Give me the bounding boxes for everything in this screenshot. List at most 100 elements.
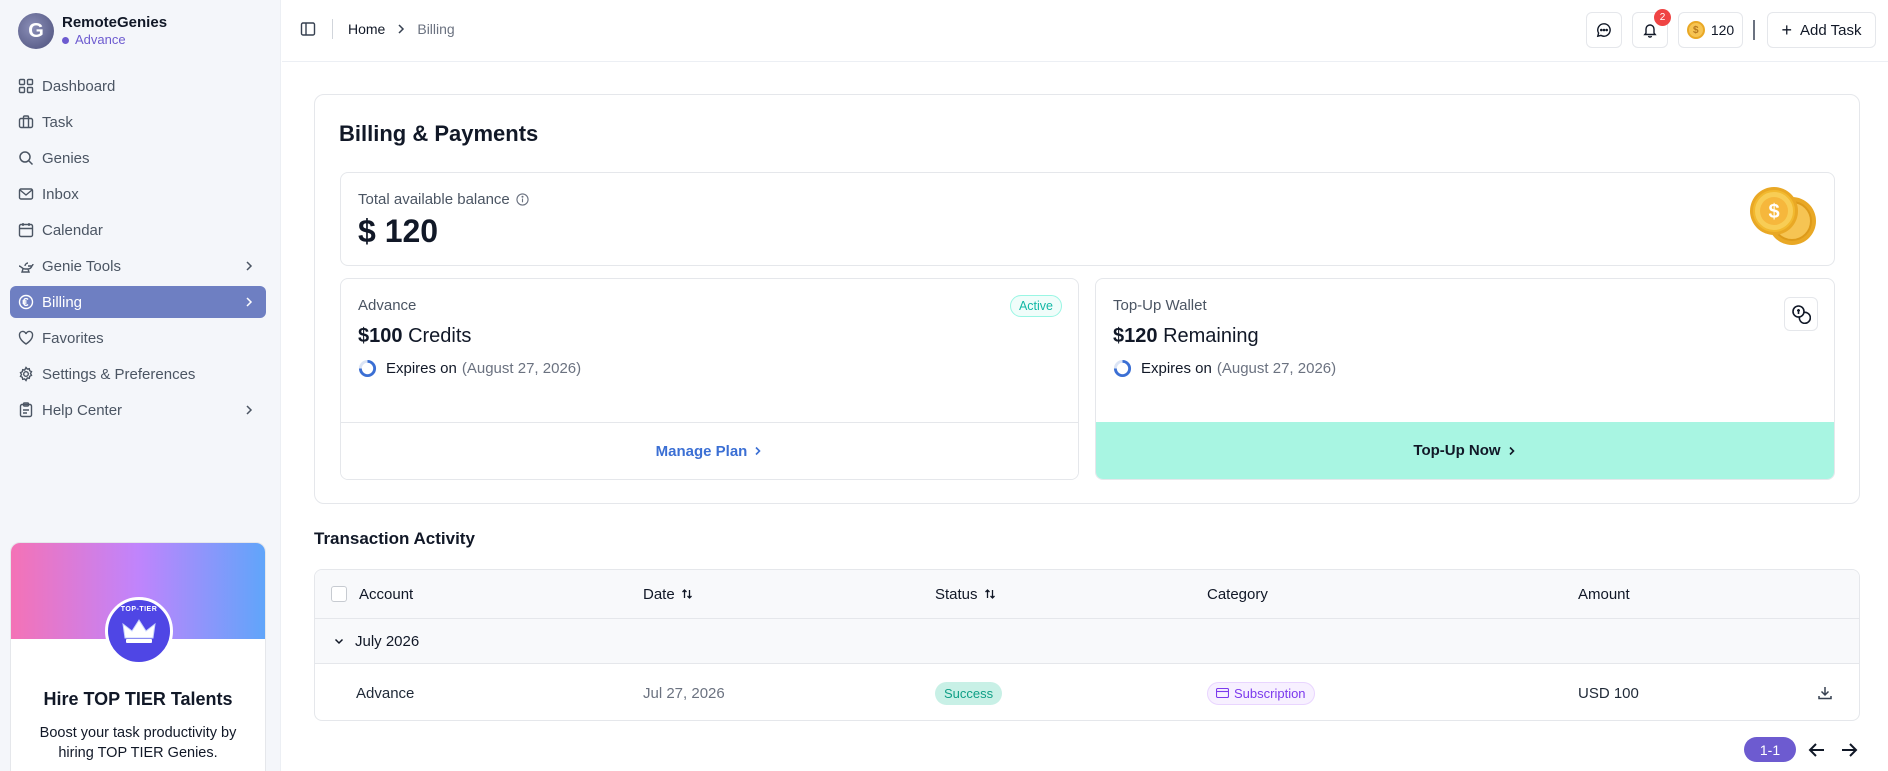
coins-illustration: $: [1750, 187, 1816, 245]
arrow-left-icon[interactable]: [1806, 739, 1828, 761]
sidebar-item-label: Inbox: [42, 185, 79, 203]
chevron-right-icon: [246, 261, 253, 271]
cell-account: Advance: [356, 684, 415, 702]
cell-date: Jul 27, 2026: [643, 684, 725, 702]
sidebar-item-task[interactable]: Task: [10, 106, 266, 138]
balance-value: $ 120: [358, 213, 439, 249]
table-row[interactable]: Advance Jul 27, 2026 Success Subscriptio…: [315, 664, 1859, 720]
calendar-icon: [18, 223, 34, 238]
add-task-button[interactable]: + Add Task: [1767, 12, 1876, 48]
sidebar-item-genie-tools[interactable]: Genie Tools: [10, 250, 266, 282]
select-all-checkbox[interactable]: [331, 586, 347, 602]
download-icon[interactable]: [1817, 685, 1833, 701]
plus-icon: +: [1781, 20, 1793, 40]
status-badge: Success: [935, 681, 1003, 705]
svg-text:$: $: [1768, 201, 1779, 223]
table-header: Account Date Status Category Amount: [315, 570, 1859, 619]
sidebar-item-label: Calendar: [42, 221, 103, 239]
promo-description: Boost your task productivity by hiring T…: [39, 725, 237, 761]
top-up-button[interactable]: Top-Up Now: [1096, 422, 1834, 479]
chevron-down-icon: [334, 638, 344, 645]
sidebar-item-inbox[interactable]: Inbox: [10, 178, 266, 210]
plan-credits: $100 Credits: [358, 325, 472, 347]
chevron-right-icon: [1509, 446, 1515, 455]
wallet-card: Top-Up Wallet $120 Remaining Expires on(…: [1095, 278, 1835, 480]
transactions-table: Account Date Status Category Amount July…: [314, 569, 1860, 721]
breadcrumb-current: Billing: [417, 21, 455, 37]
chevron-right-icon: [246, 297, 253, 307]
sidebar-item-favorites[interactable]: Favorites: [10, 322, 266, 354]
promo-card[interactable]: TOP-TIER Hire TOP TIER Talents Boost you…: [10, 542, 266, 771]
clipboard-icon: [19, 402, 33, 418]
coin-balance-button[interactable]: $ 120: [1678, 12, 1743, 48]
notification-count-badge: 2: [1654, 9, 1671, 26]
cell-category: Subscription: [1207, 664, 1315, 720]
sidebar: G RemoteGenies Advance Dashboard Task Ge…: [0, 0, 281, 771]
manage-plan-button[interactable]: Manage Plan: [341, 422, 1078, 479]
sidebar-item-help-center[interactable]: Help Center: [10, 394, 266, 426]
info-icon[interactable]: [516, 193, 529, 206]
brand[interactable]: G RemoteGenies Advance: [18, 13, 167, 49]
billing-card: Billing & Payments Total available balan…: [314, 94, 1860, 504]
sidebar-item-billing[interactable]: Billing: [10, 286, 266, 318]
sidebar-item-label: Task: [42, 113, 73, 131]
transactions-title: Transaction Activity: [314, 529, 475, 548]
bell-icon: [1643, 24, 1657, 38]
top-tier-badge: TOP-TIER: [105, 597, 173, 665]
sidebar-item-dashboard[interactable]: Dashboard: [10, 70, 266, 102]
sidebar-item-label: Settings & Preferences: [42, 365, 196, 383]
sidebar-item-genies[interactable]: Genies: [10, 142, 266, 174]
messages-button[interactable]: [1586, 12, 1622, 48]
sidebar-item-calendar[interactable]: Calendar: [10, 214, 266, 246]
grid-icon: [18, 78, 34, 94]
coin-icon: $: [1686, 21, 1705, 39]
brand-name: RemoteGenies: [62, 14, 168, 31]
sidebar-item-label: Favorites: [42, 329, 104, 347]
pagination: 1-1: [1744, 737, 1860, 762]
lamp-icon: [18, 262, 34, 273]
sidebar-item-settings[interactable]: Settings & Preferences: [10, 358, 266, 390]
add-task-label: Add Task: [1800, 21, 1862, 39]
coin-balance-value: 120: [1710, 22, 1735, 38]
column-category: Category: [1207, 585, 1268, 603]
wallet-remaining: $120 Remaining: [1113, 325, 1259, 347]
promo-title: Hire TOP TIER Talents: [43, 689, 233, 709]
gear-icon: [19, 366, 33, 382]
page-title: Billing & Payments: [339, 121, 539, 146]
crown-icon: [122, 619, 156, 643]
column-date[interactable]: Date: [643, 570, 693, 618]
sidebar-toggle-icon[interactable]: [300, 21, 316, 37]
chat-icon: [1596, 23, 1611, 38]
column-amount: Amount: [1578, 585, 1630, 603]
notifications-button[interactable]: 2: [1632, 9, 1671, 48]
group-row[interactable]: July 2026: [315, 619, 1859, 664]
currency-icon: [18, 294, 34, 310]
brand-plan: Advance: [62, 32, 167, 48]
sidebar-nav: Dashboard Task Genies Inbox Calendar Gen…: [10, 70, 266, 430]
briefcase-icon: [18, 115, 34, 129]
plan-name: Advance: [358, 297, 417, 314]
group-label: July 2026: [355, 632, 420, 650]
category-badge: Subscription: [1207, 681, 1315, 705]
column-status[interactable]: Status: [935, 570, 996, 618]
cell-amount: USD 100: [1578, 684, 1639, 702]
search-icon: [19, 151, 34, 166]
sidebar-item-label: Dashboard: [42, 77, 116, 95]
sidebar-item-label: Billing: [42, 293, 83, 311]
credit-card-icon: [1216, 688, 1229, 698]
mail-icon: [18, 188, 34, 200]
brand-logo: G: [18, 13, 54, 49]
sort-icon: [681, 589, 692, 599]
cell-status: Success: [935, 664, 1003, 720]
plan-expiry: Expires on (August 27, 2026): [358, 359, 581, 378]
breadcrumb-home[interactable]: Home: [348, 21, 385, 37]
header-divider: [1753, 20, 1755, 40]
arrow-right-icon[interactable]: [1838, 739, 1860, 761]
chevron-right-icon: [246, 405, 253, 415]
status-badge: Active: [1009, 295, 1062, 317]
heart-icon: [18, 330, 34, 345]
coins-icon[interactable]: [1784, 297, 1818, 331]
sidebar-item-label: Genies: [42, 149, 90, 167]
breadcrumb: Home Billing: [348, 21, 455, 37]
balance-box: Total available balance $ 120 $: [340, 172, 1835, 266]
